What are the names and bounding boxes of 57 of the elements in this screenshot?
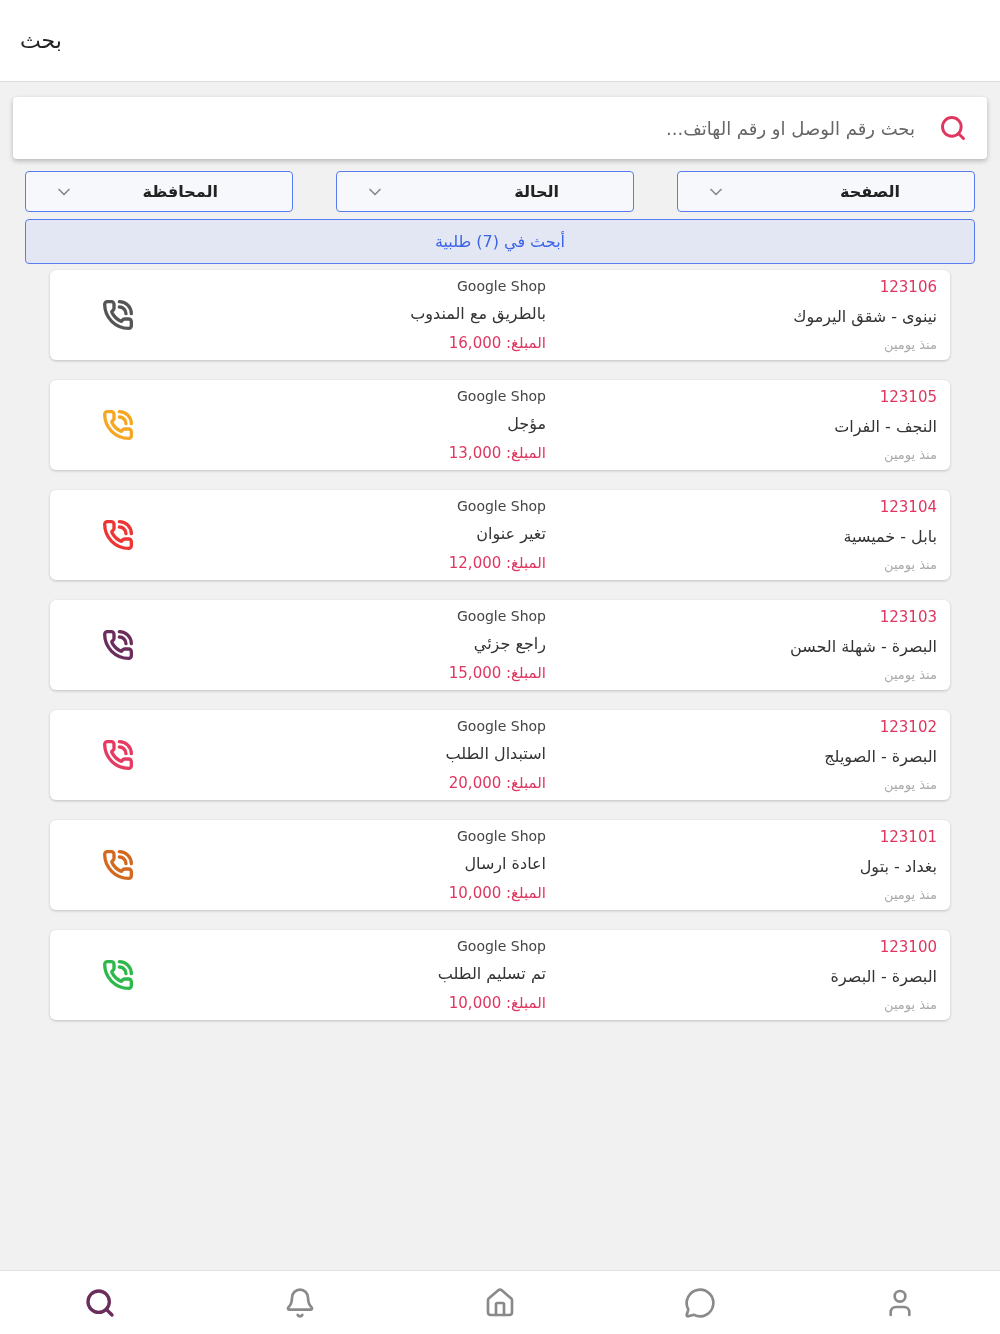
page-title: بحث <box>20 27 62 55</box>
order-number: 123101 <box>878 827 937 848</box>
chat-icon[interactable] <box>684 1286 716 1319</box>
order-status: راجع جزئي <box>472 633 546 656</box>
order-time: منذ يومين <box>883 335 937 354</box>
shop-name: Google Shop <box>455 497 546 516</box>
shop-name: Google Shop <box>455 827 546 846</box>
order-time: منذ يومين <box>883 885 937 904</box>
order-status: تم تسليم الطلب <box>436 963 546 986</box>
search-icon[interactable] <box>84 1286 116 1319</box>
order-amount: المبلغ: 13,000 <box>447 442 546 464</box>
order-status: استبدال الطلب <box>444 743 546 766</box>
filter-dropdown[interactable]: المحافظة <box>25 171 293 212</box>
order-number: 123102 <box>878 717 937 738</box>
filter-dropdown[interactable]: الحالة <box>336 171 634 212</box>
shop-name: Google Shop <box>455 387 546 406</box>
order-time: منذ يومين <box>883 665 937 684</box>
home-icon[interactable] <box>484 1286 516 1319</box>
order-amount: المبلغ: 12,000 <box>447 552 546 574</box>
order-status: اعادة ارسال <box>463 853 546 876</box>
order-location: البصرة - الصويلج <box>823 745 937 769</box>
search-icon <box>939 114 967 142</box>
order-location: البصرة - شهلة الحسن <box>788 635 937 659</box>
shop-name: Google Shop <box>455 607 546 626</box>
shop-name: Google Shop <box>455 277 546 296</box>
filter-dropdown[interactable]: الصفحة <box>677 171 975 212</box>
order-amount: المبلغ: 16,000 <box>447 332 546 354</box>
order-number: 123104 <box>878 497 937 518</box>
order-time: منذ يومين <box>883 445 937 464</box>
order-status: مؤجل <box>506 413 546 436</box>
order-location: البصرة - البصرة <box>829 965 937 989</box>
order-number: 123105 <box>878 387 937 408</box>
order-amount: المبلغ: 15,000 <box>447 662 546 684</box>
phone-icon[interactable] <box>102 739 134 771</box>
order-location: بغداد - بتول <box>858 855 937 879</box>
order-number: 123103 <box>878 607 937 628</box>
order-amount: المبلغ: 10,000 <box>447 882 546 904</box>
order-time: منذ يومين <box>883 775 937 794</box>
order-time: منذ يومين <box>883 555 937 574</box>
shop-name: Google Shop <box>455 937 546 956</box>
phone-icon[interactable] <box>102 519 134 551</box>
bell-icon[interactable] <box>284 1286 316 1319</box>
order-location: بابل - خميسية <box>842 525 937 548</box>
shop-name: Google Shop <box>455 717 546 736</box>
order-status: تغير عنوان <box>475 523 546 546</box>
order-time: منذ يومين <box>883 995 937 1014</box>
order-status: بالطريق مع المندوب <box>409 303 546 326</box>
order-amount: المبلغ: 20,000 <box>447 772 546 794</box>
search-submit-button[interactable]: أبحث في (7) طلبية <box>25 219 975 264</box>
order-number: 123106 <box>878 277 937 298</box>
phone-icon[interactable] <box>102 299 134 331</box>
order-amount: المبلغ: 10,000 <box>447 992 546 1014</box>
search-field[interactable]: بحث رقم الوصل او رقم الهاتف... <box>13 97 987 159</box>
order-number: 123100 <box>878 937 937 958</box>
phone-icon[interactable] <box>102 629 134 661</box>
order-location: النجف - الفرات <box>833 415 937 439</box>
order-location: نينوى - شقق اليرموك <box>792 305 937 329</box>
